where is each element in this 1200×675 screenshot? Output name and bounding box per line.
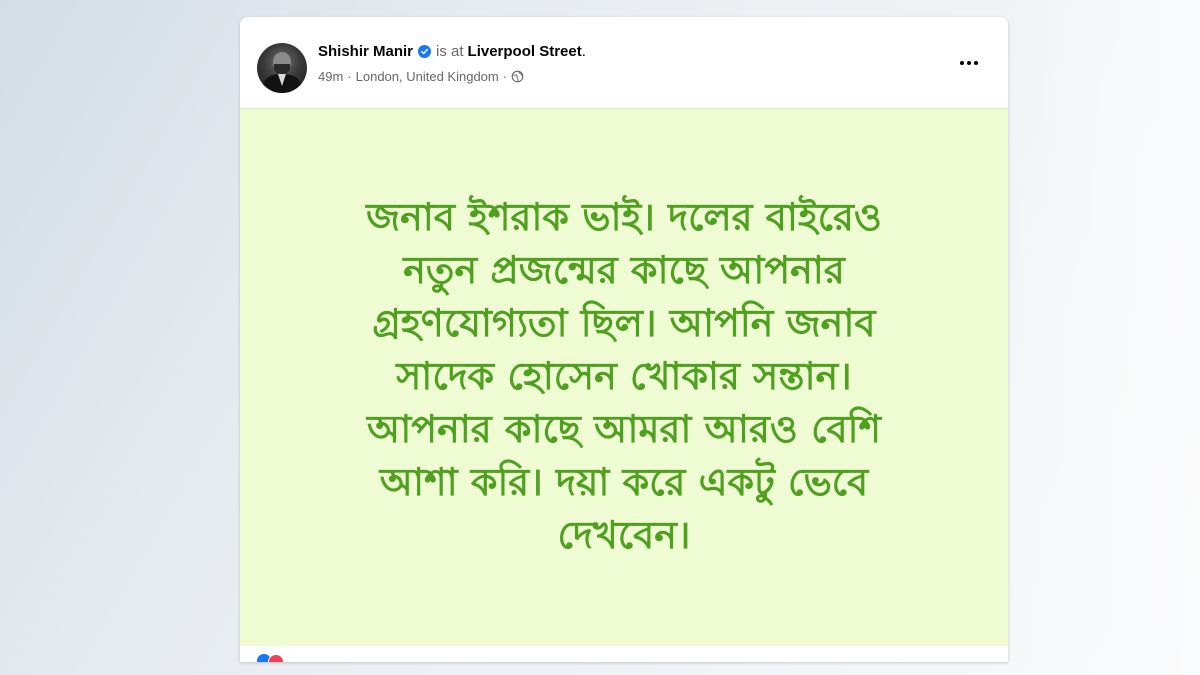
post-timestamp[interactable]: 49m [318,69,343,84]
checkin-prefix: is at [436,43,464,60]
more-options-button[interactable] [951,51,987,75]
avatar-beard [274,64,290,74]
place-suffix: . [581,43,586,60]
meta-separator-2: · [502,69,508,84]
meta-separator: · [347,69,352,84]
more-options-icon-dot-2 [967,61,971,65]
post-text-line: আপনার কাছে আমরা আরও বেশি [366,407,881,451]
verified-badge-icon [418,45,432,58]
love-reaction-icon[interactable] [268,654,284,662]
post-location[interactable]: London, United Kingdom [356,69,499,84]
author-name-link[interactable]: Shishir Manir [318,43,413,60]
background-fade [1000,0,1200,675]
post-text-line: সাদেক হোসেন খোকার সন্তান। [396,354,852,398]
post-text-line: আশা করি। দয়া করে একটু ভেবে [379,460,869,504]
post-text-line: গ্রহণযোগ্যতা ছিল। আপনি জনাব [372,301,876,345]
more-options-icon [960,61,964,65]
post-card: Shishir Manir is at Liverpool Street. 49… [240,17,1008,662]
post-meta-line: 49m · London, United Kingdom · [318,69,524,84]
post-footer [240,646,1008,662]
post-header: Shishir Manir is at Liverpool Street. 49… [240,17,1008,108]
post-text: জনাব ইশরাক ভাই। দলের বাইরেও নতুন প্রজন্ম… [280,191,968,562]
post-text-line: জনাব ইশরাক ভাই। দলের বাইরেও [366,195,882,239]
place-link[interactable]: Liverpool Street [468,43,582,60]
more-options-icon-dot-3 [974,61,978,65]
post-text-line: নতুন প্রজন্মের কাছে আপনার [403,248,845,292]
post-title-line: Shishir Manir is at Liverpool Street. [318,43,586,60]
globe-icon[interactable] [511,70,524,83]
author-avatar[interactable] [257,43,307,93]
post-text-background: জনাব ইশরাক ভাই। দলের বাইরেও নতুন প্রজন্ম… [240,108,1008,647]
post-text-line: দেখবেন। [557,513,691,557]
